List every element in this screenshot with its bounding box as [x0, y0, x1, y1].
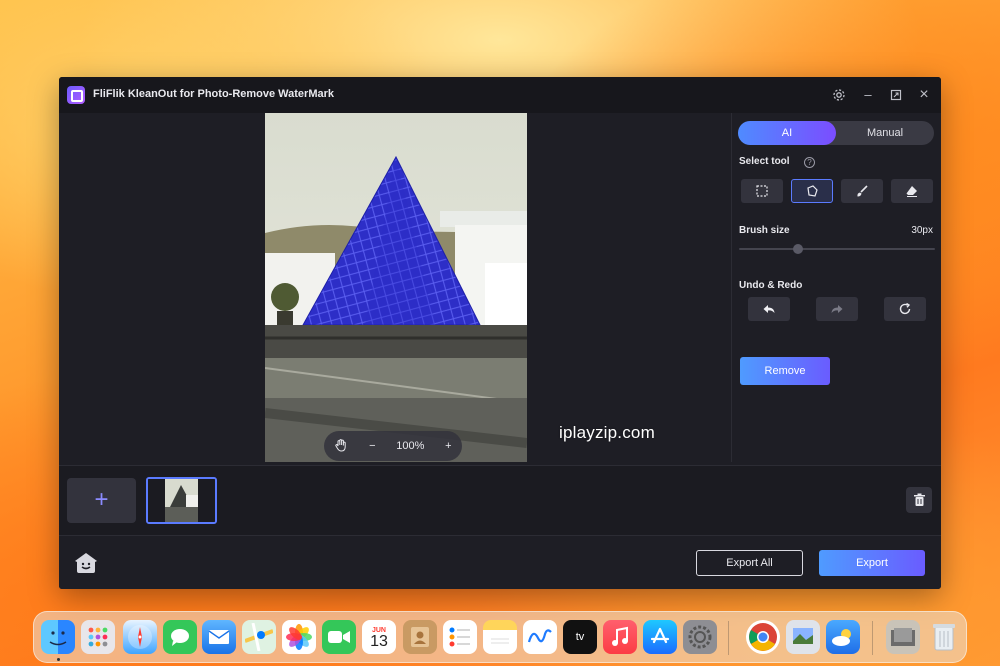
zoom-in-button[interactable]: +: [445, 440, 451, 452]
select-tool-label: Select tool: [739, 156, 790, 167]
title-bar: FliFlik KleanOut for Photo-Remove WaterM…: [59, 77, 941, 113]
watermark-text: iplayzip.com: [559, 423, 655, 442]
app-logo-icon: [67, 86, 85, 104]
export-all-button[interactable]: Export All: [696, 550, 803, 576]
help-icon[interactable]: ?: [804, 157, 815, 168]
export-button[interactable]: Export: [819, 550, 925, 576]
bottom-bar: Export All Export: [59, 535, 941, 589]
photos-icon[interactable]: [282, 620, 316, 654]
music-icon[interactable]: [603, 620, 637, 654]
hand-pan-icon[interactable]: [334, 438, 348, 455]
photo-image: [265, 113, 527, 462]
launchpad-icon[interactable]: [81, 620, 115, 654]
brush-size-slider[interactable]: [739, 244, 935, 254]
app-title: FliFlik KleanOut for Photo-Remove WaterM…: [93, 88, 335, 100]
tool-panel: AI Manual Select tool ? Brush size 30px …: [731, 113, 941, 462]
add-image-button[interactable]: +: [67, 478, 136, 523]
slider-handle[interactable]: [792, 244, 803, 254]
lasso-select-icon: [807, 185, 818, 197]
running-indicator: [57, 658, 60, 661]
zoom-level: 100%: [396, 440, 425, 452]
thumbnail-strip: +: [59, 465, 941, 535]
messages-icon[interactable]: [163, 620, 197, 654]
image-thumbnail[interactable]: [146, 477, 217, 524]
contacts-icon[interactable]: [403, 620, 437, 654]
trash-bin-icon[interactable]: [927, 620, 961, 654]
undo-redo-label: Undo & Redo: [739, 280, 803, 291]
dock-separator: [728, 621, 729, 655]
calendar-icon[interactable]: JUN 13: [362, 620, 396, 654]
eraser-icon: [906, 186, 917, 197]
freeform-icon[interactable]: [523, 620, 557, 654]
system-settings-icon[interactable]: [683, 620, 717, 654]
weather-icon[interactable]: [826, 620, 860, 654]
tv-label: tv: [575, 631, 585, 643]
redo-button[interactable]: [816, 297, 858, 321]
maps-icon[interactable]: [242, 620, 276, 654]
app-store-icon[interactable]: [643, 620, 677, 654]
brush-button[interactable]: [841, 179, 883, 203]
rectangle-select-icon: [756, 185, 768, 197]
reminders-icon[interactable]: [443, 620, 477, 654]
chrome-icon[interactable]: [746, 620, 780, 654]
minimize-button[interactable]: –: [859, 86, 877, 104]
close-button[interactable]: ×: [915, 86, 933, 104]
app-window: FliFlik KleanOut for Photo-Remove WaterM…: [59, 77, 941, 589]
mode-toggle: AI Manual: [738, 121, 934, 145]
preview-icon[interactable]: [786, 620, 820, 654]
calendar-day: 13: [370, 632, 388, 650]
brush-size-value: 30px: [911, 225, 933, 236]
brush-size-label: Brush size: [739, 225, 790, 236]
remove-button[interactable]: Remove: [740, 357, 830, 385]
trash-icon: [913, 493, 925, 506]
rectangle-select-button[interactable]: [741, 179, 783, 203]
undo-icon: [763, 305, 775, 313]
undo-button[interactable]: [748, 297, 790, 321]
finder-icon[interactable]: [41, 620, 75, 654]
brush-icon: [857, 185, 868, 197]
canvas-area[interactable]: iplayzip.com − 100% +: [59, 113, 728, 462]
redo-icon: [831, 305, 843, 313]
recent-folder-icon[interactable]: [886, 620, 920, 654]
settings-icon[interactable]: [830, 86, 848, 104]
mode-manual-button[interactable]: Manual: [836, 121, 934, 145]
refresh-icon: [899, 302, 911, 315]
safari-icon[interactable]: [123, 620, 157, 654]
lasso-select-button[interactable]: [791, 179, 833, 203]
dock: JUN 13 tv: [33, 611, 967, 663]
dock-separator: [872, 621, 873, 655]
reset-button[interactable]: [884, 297, 926, 321]
notes-icon[interactable]: [483, 620, 517, 654]
delete-button[interactable]: [906, 487, 932, 513]
mail-icon[interactable]: [202, 620, 236, 654]
home-icon[interactable]: [73, 551, 99, 575]
zoom-toolbar: − 100% +: [324, 431, 462, 461]
maximize-icon[interactable]: [887, 86, 905, 104]
zoom-out-button[interactable]: −: [369, 440, 375, 452]
thumbnail-image: [148, 479, 215, 522]
eraser-button[interactable]: [891, 179, 933, 203]
apple-tv-icon[interactable]: tv: [563, 620, 597, 654]
photo-preview[interactable]: [265, 113, 527, 462]
mode-ai-button[interactable]: AI: [738, 121, 836, 145]
facetime-icon[interactable]: [322, 620, 356, 654]
